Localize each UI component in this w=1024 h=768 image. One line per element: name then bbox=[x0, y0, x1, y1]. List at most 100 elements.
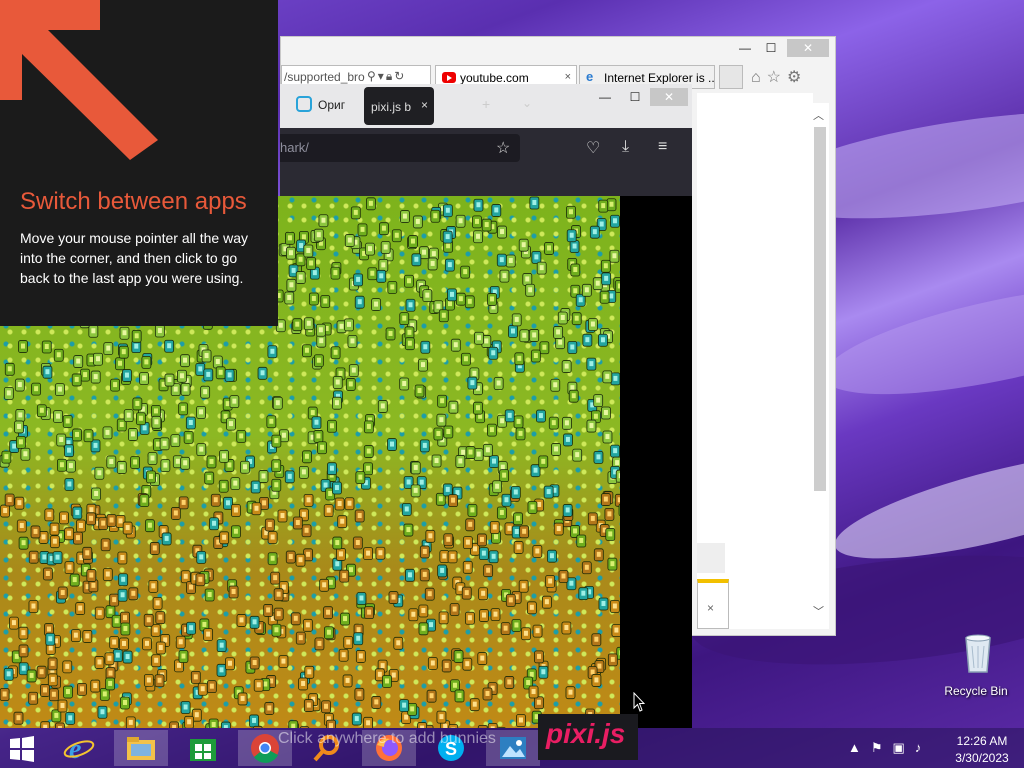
ie-scrollbar[interactable]: ︿ ﹀ bbox=[811, 103, 829, 629]
ie-content-block bbox=[697, 543, 725, 573]
bunny-highlight bbox=[356, 635, 361, 641]
tab-list-icon[interactable]: ⌄ bbox=[522, 96, 532, 110]
refresh-icon[interactable]: ↻ bbox=[394, 69, 406, 83]
bookmark-star-icon[interactable]: ☆ bbox=[496, 138, 510, 158]
taskbar-store[interactable] bbox=[176, 730, 230, 766]
bunny-highlight bbox=[342, 573, 347, 579]
bunny-highlight bbox=[530, 504, 535, 510]
bunny-highlight bbox=[121, 640, 126, 646]
ie-minimize-button[interactable]: — bbox=[731, 39, 759, 57]
bunny-highlight bbox=[502, 273, 507, 279]
bunny-highlight bbox=[50, 676, 55, 682]
bunny-highlight bbox=[370, 270, 375, 276]
pixi-logo[interactable]: pixi.js bbox=[538, 714, 638, 760]
taskbar-clock[interactable]: 12:26 AM 3/30/2023 bbox=[950, 733, 1014, 767]
bunny-highlight bbox=[368, 200, 373, 206]
ie-tab-label: youtube.com bbox=[460, 71, 529, 85]
bunny-highlight bbox=[317, 640, 322, 646]
bunny-highlight bbox=[189, 584, 194, 590]
firefox-minimize-button[interactable]: — bbox=[590, 88, 620, 106]
bunny-highlight bbox=[490, 296, 495, 302]
firefox-url-bar[interactable]: hark/ ☆ bbox=[280, 134, 520, 162]
ie-new-tab-button[interactable] bbox=[719, 65, 743, 89]
bunny-highlight bbox=[179, 373, 184, 379]
bunny-highlight bbox=[203, 389, 208, 395]
bunny-highlight bbox=[176, 662, 181, 668]
bunny-highlight bbox=[447, 301, 452, 307]
ie-scroll-thumb[interactable] bbox=[814, 127, 826, 491]
volume-muted-icon[interactable]: ♪ bbox=[915, 740, 932, 755]
bunny-highlight bbox=[199, 554, 204, 560]
bunny-highlight bbox=[287, 473, 292, 479]
favorites-star-icon[interactable]: ☆ bbox=[767, 69, 787, 86]
bunny-highlight bbox=[154, 657, 159, 663]
scroll-up-icon[interactable]: ︿ bbox=[813, 107, 824, 123]
bunny-highlight bbox=[225, 401, 230, 407]
bunny-highlight bbox=[34, 386, 39, 392]
firefox-close-button[interactable]: ✕ bbox=[650, 88, 688, 106]
tab-close-icon[interactable]: × bbox=[421, 98, 428, 112]
bunny-highlight bbox=[484, 338, 489, 344]
bunny-highlight bbox=[44, 343, 49, 349]
bunny-highlight bbox=[206, 371, 211, 377]
bunny-highlight bbox=[596, 551, 601, 557]
bunny-highlight bbox=[351, 367, 356, 373]
tab-close-icon[interactable]: × bbox=[565, 71, 571, 83]
taskbar-file-explorer[interactable] bbox=[114, 730, 168, 766]
new-tab-icon[interactable]: + bbox=[482, 96, 490, 112]
bunny-highlight bbox=[198, 576, 203, 582]
bunny-highlight bbox=[146, 677, 151, 683]
firefox-maximize-button[interactable]: ☐ bbox=[620, 88, 650, 106]
bunny-highlight bbox=[67, 530, 72, 536]
bunny-highlight bbox=[589, 423, 594, 429]
bunny-highlight bbox=[470, 507, 475, 513]
gear-icon[interactable]: ⚙ bbox=[787, 69, 807, 86]
bunny-highlight bbox=[584, 564, 589, 570]
bunny-highlight bbox=[4, 454, 9, 460]
bunny-highlight bbox=[281, 432, 286, 438]
pocket-icon[interactable]: ♡ bbox=[586, 138, 600, 158]
notification-close-icon[interactable]: × bbox=[707, 601, 714, 615]
taskbar-internet-explorer[interactable]: e bbox=[52, 730, 106, 766]
firefox-tab-pixijs[interactable]: pixi.js b × bbox=[364, 87, 434, 125]
menu-icon[interactable]: ≡ bbox=[658, 138, 667, 156]
bunny-highlight bbox=[260, 370, 265, 376]
ie-maximize-button[interactable]: ☐ bbox=[757, 39, 785, 57]
bunny-highlight bbox=[402, 315, 407, 321]
show-hidden-icons-icon[interactable]: ▲ bbox=[848, 740, 871, 755]
bunny-highlight bbox=[31, 695, 36, 701]
recycle-bin[interactable]: Recycle Bin bbox=[940, 630, 1012, 698]
bunny-highlight bbox=[458, 458, 463, 464]
bunny-highlight bbox=[565, 507, 570, 513]
bunny-highlight bbox=[61, 514, 66, 520]
bunny-highlight bbox=[215, 358, 220, 364]
dropdown-icon[interactable]: ▾ bbox=[378, 69, 386, 83]
bunny-highlight bbox=[475, 405, 480, 411]
bunny-highlight bbox=[274, 438, 279, 444]
bunny-highlight bbox=[494, 534, 499, 540]
bunny-highlight bbox=[441, 312, 446, 318]
scroll-down-icon[interactable]: ﹀ bbox=[813, 603, 824, 619]
download-icon[interactable]: ⤓ bbox=[622, 138, 629, 156]
bunny-highlight bbox=[252, 619, 257, 625]
firefox-tab-original[interactable]: Ориг bbox=[288, 88, 366, 124]
bunny-highlight bbox=[100, 709, 105, 715]
home-icon[interactable]: ⌂ bbox=[751, 69, 767, 86]
bunny-highlight bbox=[48, 645, 53, 651]
search-icon[interactable]: ⚲ bbox=[367, 69, 378, 83]
bunny-highlight bbox=[619, 650, 620, 656]
bunny-highlight bbox=[152, 545, 157, 551]
bunny-highlight bbox=[518, 717, 523, 723]
network-icon[interactable]: ▣ bbox=[893, 740, 915, 755]
bunny-highlight bbox=[47, 626, 52, 632]
bunny-highlight bbox=[531, 689, 536, 695]
bunny-highlight bbox=[48, 636, 53, 642]
bunny-highlight bbox=[67, 481, 72, 487]
action-center-flag-icon[interactable]: ⚑ bbox=[871, 740, 893, 755]
start-button[interactable] bbox=[6, 734, 38, 764]
bunny-highlight bbox=[476, 451, 481, 457]
ie-close-button[interactable]: ✕ bbox=[787, 39, 829, 57]
bunny-highlight bbox=[21, 630, 26, 636]
bunny-highlight bbox=[525, 276, 530, 282]
bunny-highlight bbox=[270, 534, 275, 540]
